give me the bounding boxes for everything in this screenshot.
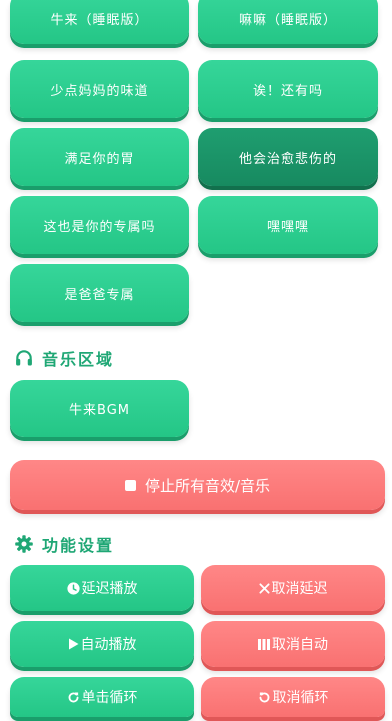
clock-icon [66,581,80,595]
undo-icon [258,691,271,704]
headphones-icon [16,350,32,366]
sound-button-label: 他会治愈悲伤的 [238,151,337,167]
stop-icon [124,479,136,491]
sound-button-label: 牛来（睡眠版） [50,12,149,28]
sound-button-label: 少点妈妈的味道 [50,83,149,99]
cancel-auto-button[interactable]: 取消自动 [201,621,385,667]
sound-button-3[interactable]: 少点妈妈的味道 [10,60,189,118]
sound-button-7[interactable]: 这也是你的专属吗 [10,196,189,254]
gear-icon [15,535,33,553]
pause-icon [258,638,270,650]
cancel-delay-label: 取消延迟 [271,581,328,597]
single-loop-button[interactable]: 单击循环 [10,677,194,717]
cancel-delay-button[interactable]: 取消延迟 [201,565,385,611]
sound-button-5[interactable]: 满足你的胃 [10,128,189,186]
sound-button-4[interactable]: 诶！还有吗 [198,60,378,118]
delay-play-label: 延迟播放 [81,581,138,597]
cancel-loop-button[interactable]: 取消循环 [201,677,385,717]
auto-play-button[interactable]: 自动播放 [10,621,194,667]
play-icon [68,638,79,650]
sound-button-label: 满足你的胃 [64,151,135,167]
sound-button-9[interactable]: 是爸爸专属 [10,264,189,322]
sound-button-label: 是爸爸专属 [64,287,135,303]
single-loop-label: 单击循环 [81,690,138,706]
music-section-title: 音乐区域 [14,346,114,370]
sound-button-label: 嘿嘿嘿 [266,219,309,235]
settings-section-label: 功能设置 [42,536,115,555]
sound-button-6-active[interactable]: 他会治愈悲伤的 [198,128,378,186]
cancel-loop-label: 取消循环 [272,690,329,706]
settings-section-title: 功能设置 [14,532,114,556]
sound-button-1[interactable]: 牛来（睡眠版） [10,0,189,44]
redo-icon [67,691,80,704]
auto-play-label: 自动播放 [80,637,137,653]
stop-all-button[interactable]: 停止所有音效/音乐 [10,460,385,510]
cancel-auto-label: 取消自动 [272,637,328,653]
sound-button-label: 这也是你的专属吗 [43,219,156,235]
sound-button-8[interactable]: 嘿嘿嘿 [198,196,378,254]
bgm-button[interactable]: 牛来BGM [10,380,189,437]
sound-button-label: 嘛嘛（睡眠版） [238,12,337,28]
delay-play-button[interactable]: 延迟播放 [10,565,194,611]
music-section-label: 音乐区域 [42,350,115,369]
sound-button-2[interactable]: 嘛嘛（睡眠版） [198,0,378,44]
sound-button-label: 诶！还有吗 [252,83,323,99]
close-icon [258,582,270,594]
stop-all-label: 停止所有音效/音乐 [144,476,271,495]
bgm-button-label: 牛来BGM [69,403,130,418]
